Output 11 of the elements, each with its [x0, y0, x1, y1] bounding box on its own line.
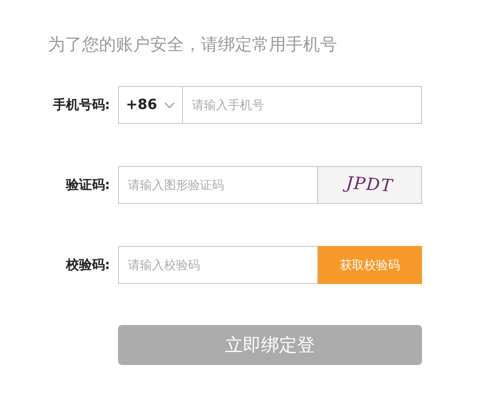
field-label: 校验码:	[64, 257, 110, 274]
captcha-image[interactable]: JPDT	[318, 166, 422, 204]
captcha-text: JPDT	[345, 173, 394, 197]
chevron-icon	[164, 102, 176, 108]
country-code-dropdown[interactable]: +86	[118, 86, 182, 124]
field-label: 验证码:	[64, 177, 110, 194]
input-field[interactable]: 请输入手机号	[182, 86, 422, 124]
input-field[interactable]: 请输入图形验证码	[118, 166, 318, 204]
input-field[interactable]: 请输入校验码	[118, 246, 318, 284]
field-label: 手机号码:	[52, 96, 110, 114]
page-heading: 为了您的账户安全，请绑定常用手机号	[48, 34, 338, 57]
